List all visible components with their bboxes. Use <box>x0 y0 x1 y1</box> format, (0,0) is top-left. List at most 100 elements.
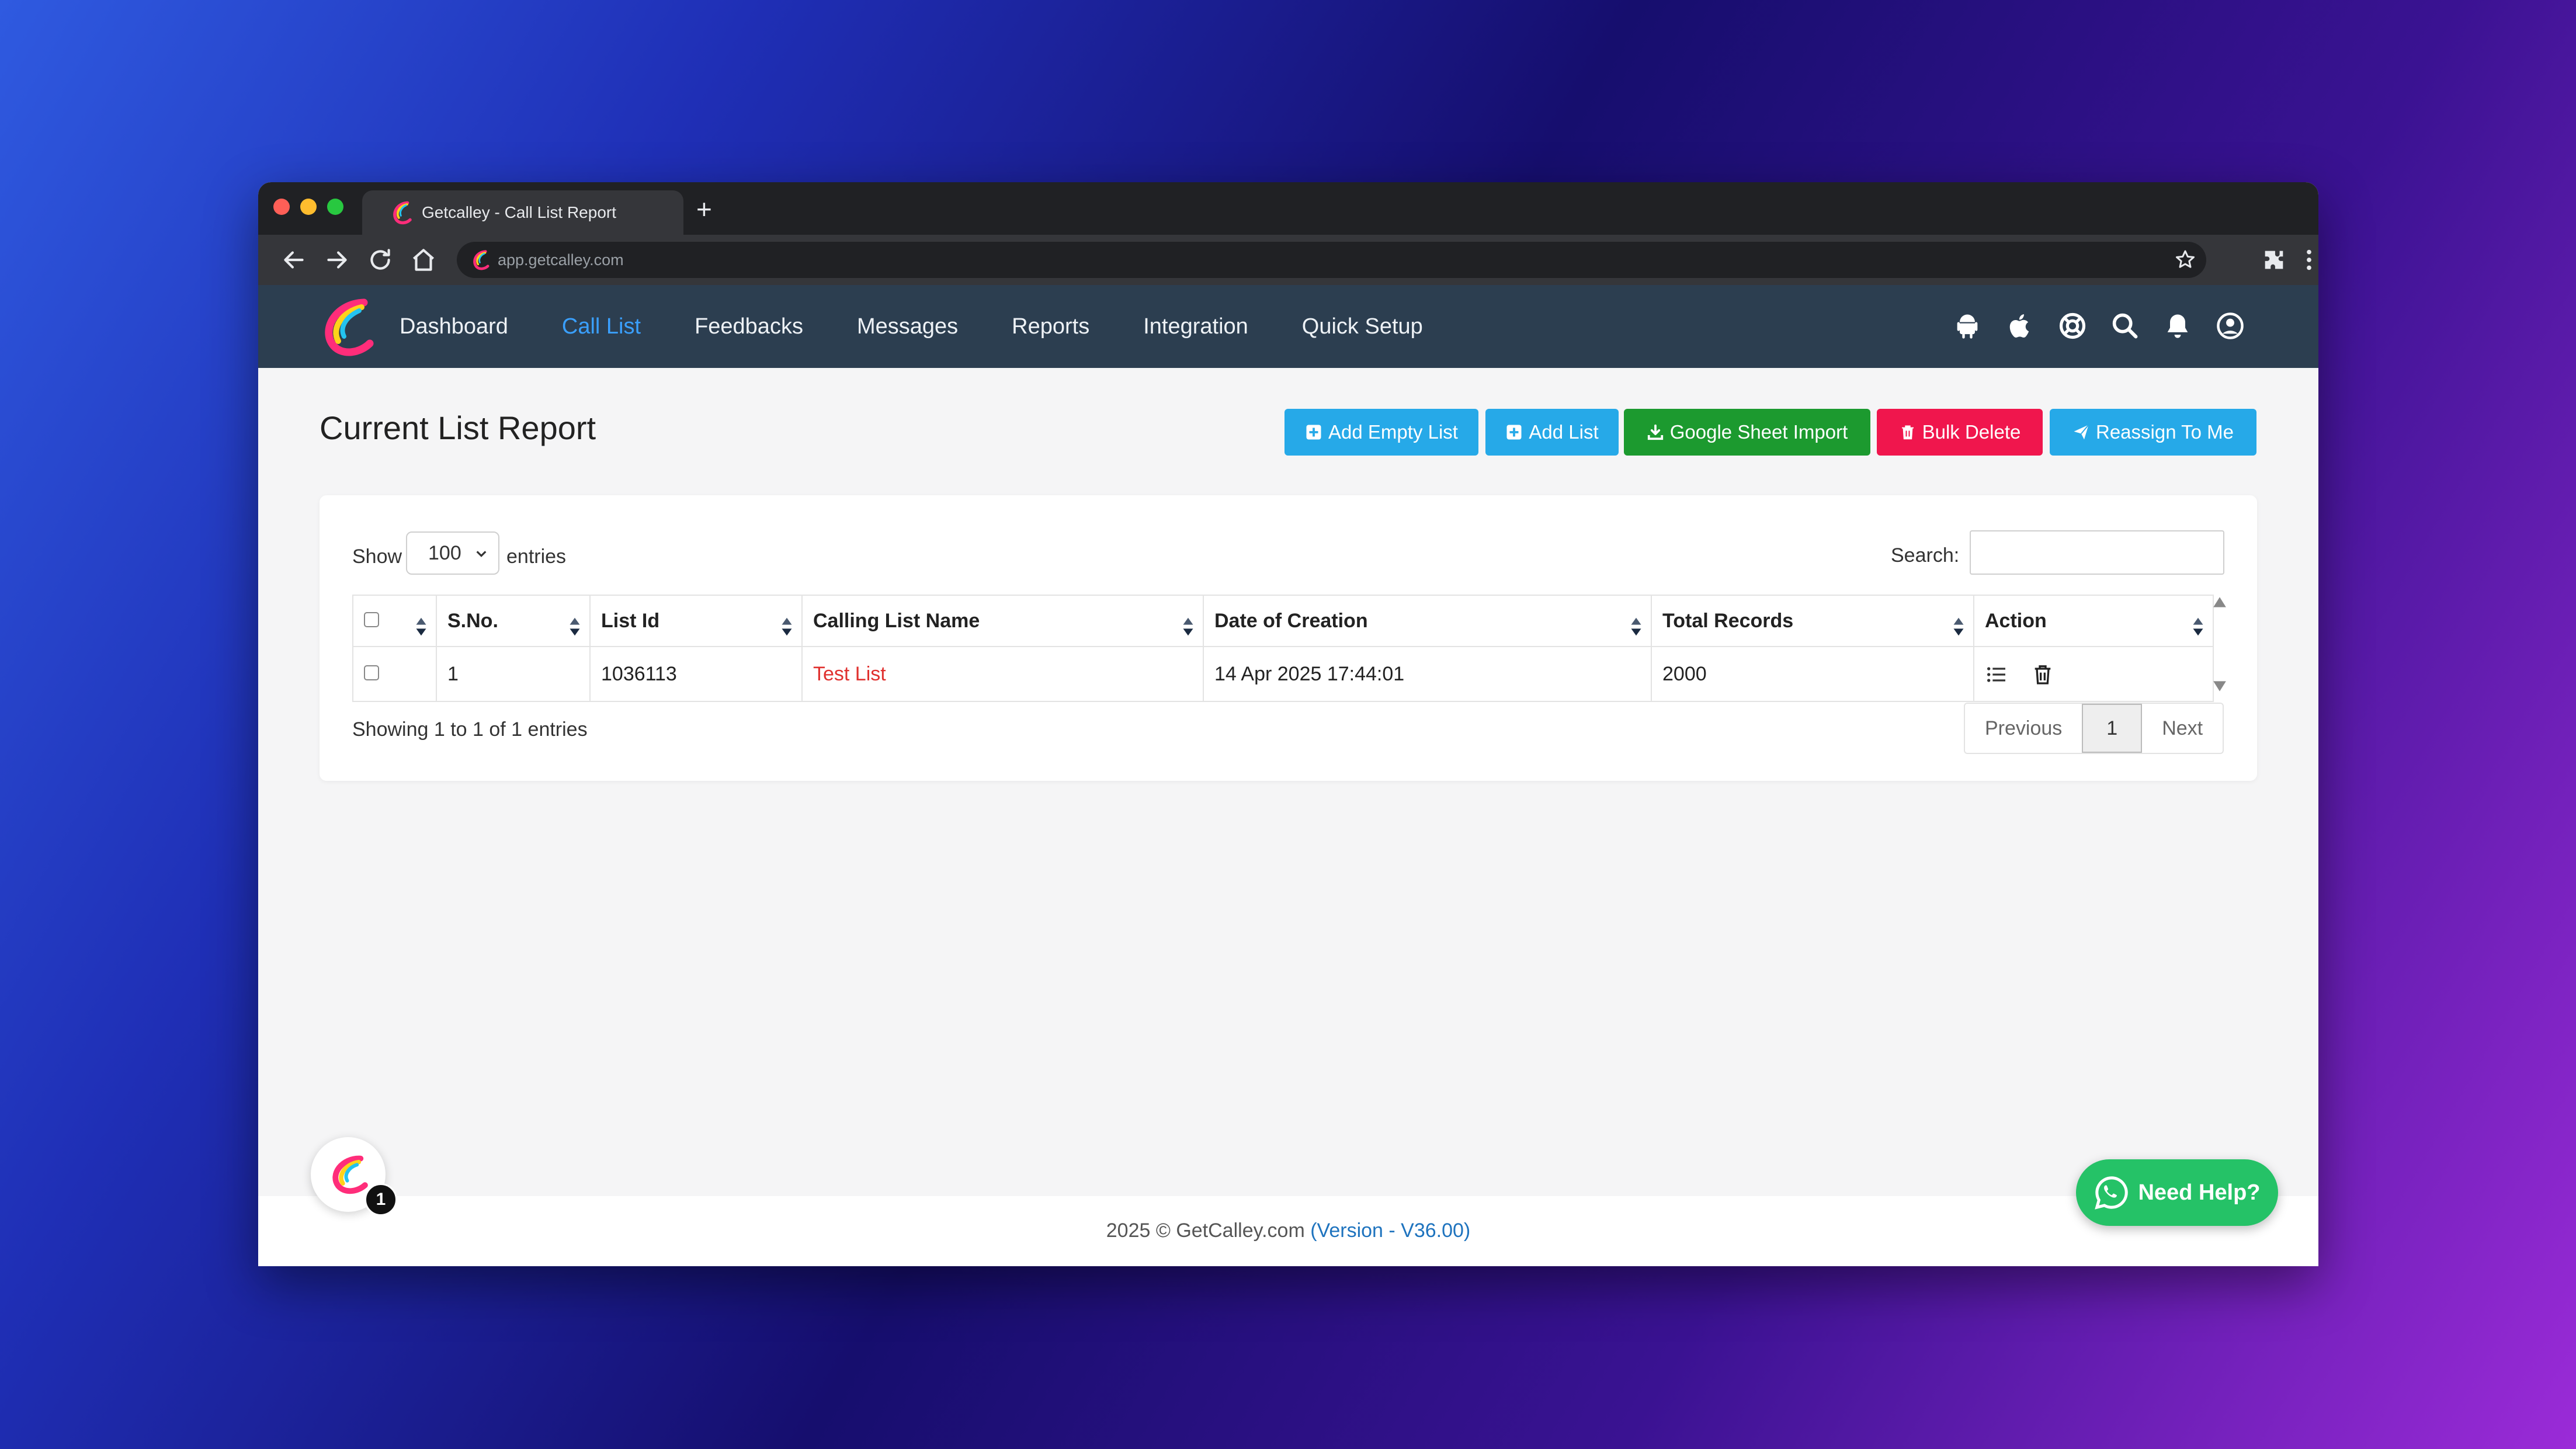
footer-text: 2025 © GetCalley.com (Version - V36.00) <box>258 1219 2318 1242</box>
sort-icon <box>1953 617 1964 636</box>
google-sheet-import-button[interactable]: Google Sheet Import <box>1624 409 1870 456</box>
bookmark-star-icon[interactable] <box>2174 248 2197 272</box>
list-view-icon[interactable] <box>1985 663 2008 686</box>
search-label: Search: <box>1891 544 1960 567</box>
cell-total-records: 2000 <box>1651 646 1974 702</box>
paper-plane-icon <box>2074 424 2089 440</box>
plus-square-icon <box>1306 425 1321 440</box>
col-header-date-of-creation[interactable]: Date of Creation <box>1203 595 1652 647</box>
page-title: Current List Report <box>320 409 596 446</box>
table-info: Showing 1 to 1 of 1 entries <box>352 718 588 741</box>
pagination-page-1[interactable]: 1 <box>2082 704 2143 753</box>
chevron-down-icon <box>476 551 487 557</box>
getcalley-brand-logo-icon[interactable] <box>317 298 379 356</box>
extensions-puzzle-icon[interactable] <box>2261 246 2287 273</box>
reassign-to-me-label: Reassign To Me <box>2095 421 2234 443</box>
cell-list-id: 1036113 <box>589 646 803 702</box>
main-menu: Dashboard Call List Feedbacks Messages R… <box>400 285 1477 368</box>
plus-square-icon <box>1506 425 1522 440</box>
browser-window: Getcalley - Call List Report + app.getca… <box>258 182 2318 1266</box>
navbar-right-icons <box>1952 311 2268 341</box>
cell-sno: 1 <box>436 646 591 702</box>
nav-integration[interactable]: Integration <box>1143 314 1248 339</box>
trash-icon <box>1901 425 1914 440</box>
bulk-delete-button[interactable]: Bulk Delete <box>1877 409 2043 456</box>
col-header-list-id[interactable]: List Id <box>589 595 803 647</box>
table-header-row: S.No. List Id Calling List Name Date of … <box>352 595 2214 647</box>
reassign-to-me-button[interactable]: Reassign To Me <box>2050 409 2256 456</box>
entries-per-page-select[interactable]: 100 <box>406 531 499 575</box>
pagination: Previous 1 Next <box>1964 703 2224 754</box>
address-bar-row: app.getcalley.com <box>258 235 2318 285</box>
back-arrow-icon[interactable] <box>279 245 308 274</box>
row-select-cell <box>352 646 437 702</box>
nav-messages[interactable]: Messages <box>857 314 958 339</box>
delete-trash-icon[interactable] <box>2031 663 2054 686</box>
nav-call-list[interactable]: Call List <box>562 314 641 339</box>
need-help-label: Need Help? <box>2138 1180 2261 1205</box>
cell-action <box>1973 646 2214 702</box>
sort-icon <box>2193 617 2203 636</box>
user-account-icon[interactable] <box>2215 311 2245 341</box>
show-label: Show <box>352 545 402 568</box>
nav-quick-setup[interactable]: Quick Setup <box>1302 314 1423 339</box>
sort-icon <box>1183 617 1193 636</box>
sort-icon[interactable] <box>415 617 428 637</box>
search-icon[interactable] <box>2110 311 2140 341</box>
nav-feedbacks[interactable]: Feedbacks <box>695 314 803 339</box>
url-bar[interactable]: app.getcalley.com <box>457 242 2206 278</box>
forward-arrow-icon[interactable] <box>322 245 352 274</box>
add-empty-list-button[interactable]: Add Empty List <box>1284 409 1478 456</box>
list-name-link[interactable]: Test List <box>813 663 886 685</box>
pagination-next[interactable]: Next <box>2142 704 2223 753</box>
browser-menu-icon[interactable] <box>2296 246 2318 273</box>
entries-value: 100 <box>428 541 461 564</box>
col-header-action[interactable]: Action <box>1973 595 2214 647</box>
table-search-input[interactable] <box>1970 530 2224 575</box>
url-text: app.getcalley.com <box>498 251 624 269</box>
google-sheet-import-label: Google Sheet Import <box>1669 421 1848 443</box>
new-tab-button[interactable]: + <box>696 193 712 225</box>
sort-icon <box>782 617 792 636</box>
pagination-previous[interactable]: Previous <box>1965 704 2082 753</box>
scroll-down-arrow-icon[interactable] <box>2212 680 2227 693</box>
add-list-button[interactable]: Add List <box>1485 409 1619 456</box>
sort-icon <box>570 617 580 636</box>
bulk-delete-label: Bulk Delete <box>1922 421 2021 443</box>
browser-tab[interactable]: Getcalley - Call List Report <box>362 190 683 235</box>
col-header-sno[interactable]: S.No. <box>436 595 591 647</box>
site-favicon-icon <box>473 250 489 270</box>
maximize-window-button[interactable] <box>327 199 343 215</box>
select-all-checkbox[interactable] <box>364 611 379 627</box>
close-window-button[interactable] <box>273 199 290 215</box>
notification-badge: 1 <box>364 1183 397 1216</box>
need-help-whatsapp-button[interactable]: Need Help? <box>2076 1159 2278 1226</box>
nav-dashboard[interactable]: Dashboard <box>400 314 508 339</box>
version-link[interactable]: (Version - V36.00) <box>1310 1219 1470 1242</box>
getcalley-logo-icon <box>393 201 412 225</box>
tab-title: Getcalley - Call List Report <box>422 203 617 221</box>
add-empty-list-label: Add Empty List <box>1328 421 1458 443</box>
call-list-table: S.No. List Id Calling List Name Date of … <box>352 595 2214 702</box>
notification-bell-icon[interactable] <box>2162 311 2193 341</box>
col-header-total-records[interactable]: Total Records <box>1651 595 1974 647</box>
scroll-up-arrow-icon[interactable] <box>2212 596 2227 609</box>
nav-reports[interactable]: Reports <box>1012 314 1089 339</box>
minimize-window-button[interactable] <box>300 199 317 215</box>
add-list-label: Add List <box>1529 421 1599 443</box>
download-icon <box>1647 424 1663 440</box>
android-icon[interactable] <box>1952 311 1983 341</box>
cell-date-of-creation: 14 Apr 2025 17:44:01 <box>1203 646 1652 702</box>
apple-icon[interactable] <box>2005 311 2035 341</box>
whatsapp-icon <box>2095 1176 2129 1210</box>
reload-icon[interactable] <box>366 245 395 274</box>
sort-icon <box>1631 617 1641 636</box>
support-lifebuoy-icon[interactable] <box>2057 311 2088 341</box>
list-report-card: Show 100 entries Search: S.No. List Id C… <box>320 495 2257 781</box>
entries-label: entries <box>506 545 567 568</box>
copyright-text: 2025 © GetCalley.com <box>1106 1219 1311 1242</box>
row-checkbox[interactable] <box>364 665 379 680</box>
getcalley-logo-icon <box>332 1155 368 1194</box>
home-icon[interactable] <box>409 245 438 274</box>
col-header-calling-list-name[interactable]: Calling List Name <box>801 595 1204 647</box>
